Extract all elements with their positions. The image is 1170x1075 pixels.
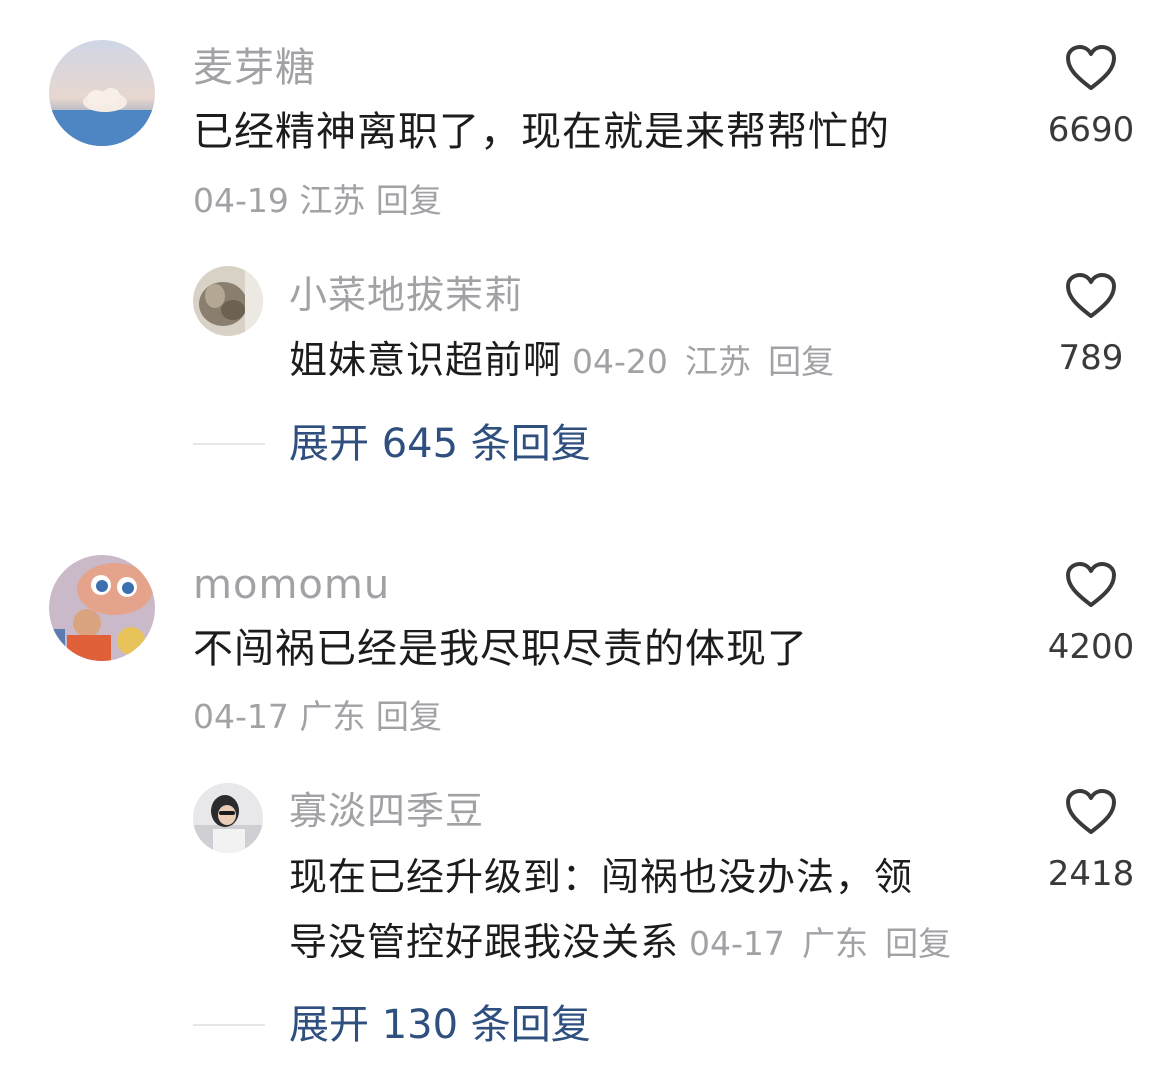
like-button[interactable]: 2418 bbox=[1041, 788, 1141, 894]
like-button[interactable]: 4200 bbox=[1041, 561, 1141, 667]
comment-username[interactable]: 麦芽糖 bbox=[193, 44, 316, 92]
divider bbox=[193, 443, 265, 445]
comment-meta: 04-19 江苏 回复 bbox=[193, 181, 442, 221]
like-button[interactable]: 6690 bbox=[1041, 44, 1141, 150]
expand-replies-button[interactable]: 展开 645 条回复 bbox=[289, 420, 591, 468]
comment-date: 04-17 bbox=[193, 697, 289, 736]
comment-username[interactable]: momomu bbox=[193, 561, 390, 609]
reply-date: 04-17 bbox=[689, 924, 785, 963]
comment-date: 04-19 bbox=[193, 181, 289, 220]
avatar[interactable] bbox=[49, 555, 155, 661]
comment-meta: 04-17 广东 回复 bbox=[193, 697, 442, 737]
reply-content: 导没管控好跟我没关系 bbox=[289, 920, 680, 964]
heart-outline-icon[interactable] bbox=[1065, 44, 1117, 92]
reply-text-line2: 导没管控好跟我没关系 04-17 广东 回复 bbox=[289, 918, 951, 968]
like-button[interactable]: 789 bbox=[1041, 272, 1141, 378]
like-count: 4200 bbox=[1047, 627, 1135, 667]
comment-location: 广东 bbox=[299, 697, 366, 736]
comment-location: 江苏 bbox=[299, 181, 366, 220]
reply-content: 姐妹意识超前啊 bbox=[289, 338, 563, 382]
comment-text: 不闯祸已经是我尽职尽责的体现了 bbox=[193, 626, 808, 672]
reply-username[interactable]: 小菜地拔茉莉 bbox=[289, 271, 523, 319]
divider bbox=[193, 1024, 265, 1026]
reply-button[interactable]: 回复 bbox=[376, 181, 442, 220]
expand-replies-button[interactable]: 展开 130 条回复 bbox=[289, 1001, 591, 1049]
reply-date: 04-20 bbox=[572, 342, 668, 381]
reply-button[interactable]: 回复 bbox=[768, 342, 834, 381]
reply-text-line1: 现在已经升级到：闯祸也没办法，领 bbox=[289, 855, 914, 899]
like-count: 6690 bbox=[1047, 110, 1135, 150]
reply-location: 江苏 bbox=[685, 342, 751, 381]
reply-username[interactable]: 寡淡四季豆 bbox=[289, 787, 484, 835]
reply-button[interactable]: 回复 bbox=[885, 924, 951, 963]
avatar[interactable] bbox=[193, 783, 263, 853]
reply-text: 姐妹意识超前啊 04-20 江苏 回复 bbox=[289, 336, 834, 386]
reply-button[interactable]: 回复 bbox=[376, 697, 442, 736]
heart-outline-icon[interactable] bbox=[1065, 788, 1117, 836]
like-count: 2418 bbox=[1047, 854, 1135, 894]
avatar[interactable] bbox=[49, 40, 155, 146]
comment-text: 已经精神离职了，现在就是来帮帮忙的 bbox=[193, 109, 890, 155]
avatar[interactable] bbox=[193, 266, 263, 336]
like-count: 789 bbox=[1058, 338, 1124, 378]
heart-outline-icon[interactable] bbox=[1065, 272, 1117, 320]
heart-outline-icon[interactable] bbox=[1065, 561, 1117, 609]
reply-location: 广东 bbox=[802, 924, 868, 963]
